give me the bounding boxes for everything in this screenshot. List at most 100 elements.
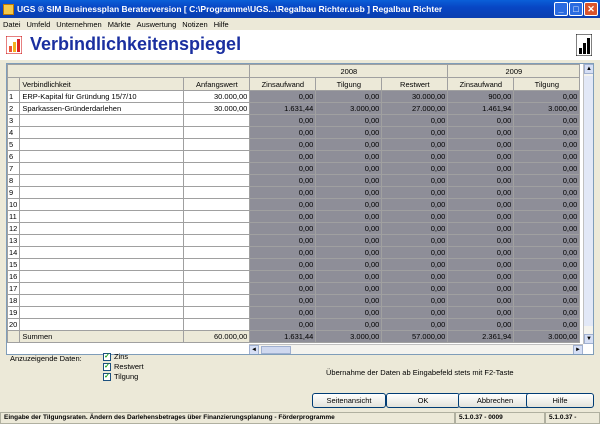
cell-repayment-2009[interactable]: 0,00 [513, 282, 581, 295]
cell-liability-name[interactable] [19, 138, 185, 151]
col-header-repayment-2008[interactable]: Tilgung [315, 77, 383, 91]
cell-liability-name[interactable] [19, 246, 185, 259]
cell-repayment-2009[interactable]: 0,00 [513, 294, 581, 307]
table-row[interactable]: 15 0,00 0,00 0,00 0,00 0,00 [7, 258, 581, 271]
cell-repayment-2008[interactable]: 0,00 [315, 114, 383, 127]
cell-liability-name[interactable] [19, 222, 185, 235]
scroll-up-arrow-icon[interactable]: ▲ [584, 64, 593, 74]
col-header-name[interactable]: Verbindlichkeit [19, 77, 185, 91]
minimize-button[interactable]: _ [554, 2, 568, 16]
table-row[interactable]: 16 0,00 0,00 0,00 0,00 0,00 [7, 270, 581, 283]
menu-datei[interactable]: Datei [3, 20, 21, 29]
cell-start-value[interactable] [183, 210, 251, 223]
cell-start-value[interactable] [183, 258, 251, 271]
cell-liability-name[interactable] [19, 126, 185, 139]
cell-liability-name[interactable] [19, 282, 185, 295]
cell-repayment-2008[interactable]: 0,00 [315, 234, 383, 247]
close-button[interactable]: ✕ [584, 2, 598, 16]
cell-start-value[interactable] [183, 222, 251, 235]
cell-liability-name[interactable] [19, 198, 185, 211]
vertical-scroll-track[interactable] [584, 76, 593, 326]
cell-repayment-2008[interactable]: 0,00 [315, 150, 383, 163]
vertical-scrollbar[interactable]: ▲ ▼ [583, 64, 593, 344]
cell-repayment-2008[interactable]: 0,00 [315, 90, 383, 103]
cell-repayment-2009[interactable]: 0,00 [513, 162, 581, 175]
page-view-button[interactable]: Seitenansicht [312, 393, 386, 408]
table-row[interactable]: 7 0,00 0,00 0,00 0,00 0,00 [7, 162, 581, 175]
cell-repayment-2009[interactable]: 0,00 [513, 234, 581, 247]
cell-start-value[interactable] [183, 138, 251, 151]
table-row[interactable]: 14 0,00 0,00 0,00 0,00 0,00 [7, 246, 581, 259]
cell-start-value[interactable] [183, 282, 251, 295]
cell-repayment-2008[interactable]: 3.000,00 [315, 102, 383, 115]
menu-auswertung[interactable]: Auswertung [137, 20, 177, 29]
cell-repayment-2009[interactable]: 0,00 [513, 150, 581, 163]
menu-notizen[interactable]: Notizen [182, 20, 207, 29]
table-row[interactable]: 12 0,00 0,00 0,00 0,00 0,00 [7, 222, 581, 235]
cell-repayment-2009[interactable]: 0,00 [513, 258, 581, 271]
checkbox-restwert[interactable]: ✓ Restwert [103, 362, 144, 371]
cell-repayment-2009[interactable]: 0,00 [513, 174, 581, 187]
cell-liability-name[interactable] [19, 306, 185, 319]
table-row[interactable]: 17 0,00 0,00 0,00 0,00 0,00 [7, 282, 581, 295]
cell-repayment-2009[interactable]: 0,00 [513, 198, 581, 211]
table-row[interactable]: 10 0,00 0,00 0,00 0,00 0,00 [7, 198, 581, 211]
cell-start-value[interactable] [183, 126, 251, 139]
cell-repayment-2008[interactable]: 0,00 [315, 246, 383, 259]
menu-unternehmen[interactable]: Unternehmen [56, 20, 101, 29]
cell-repayment-2009[interactable]: 0,00 [513, 90, 581, 103]
horizontal-scrollbar[interactable]: ◄ ► [249, 344, 583, 354]
cell-start-value[interactable] [183, 174, 251, 187]
table-row[interactable]: 8 0,00 0,00 0,00 0,00 0,00 [7, 174, 581, 187]
scroll-right-arrow-icon[interactable]: ► [573, 345, 583, 354]
cell-liability-name[interactable] [19, 186, 185, 199]
table-row[interactable]: 19 0,00 0,00 0,00 0,00 0,00 [7, 306, 581, 319]
cell-repayment-2009[interactable]: 3.000,00 [513, 102, 581, 115]
checkbox-box[interactable]: ✓ [103, 372, 111, 381]
cell-liability-name[interactable] [19, 174, 185, 187]
cell-start-value[interactable]: 30.000,00 [183, 90, 251, 103]
col-header-repayment-2009[interactable]: Tilgung [513, 77, 581, 91]
table-row[interactable]: 3 0,00 0,00 0,00 0,00 0,00 [7, 114, 581, 127]
cell-liability-name[interactable] [19, 210, 185, 223]
cell-repayment-2008[interactable]: 0,00 [315, 270, 383, 283]
cell-repayment-2009[interactable]: 0,00 [513, 126, 581, 139]
cell-repayment-2008[interactable]: 0,00 [315, 222, 383, 235]
cell-repayment-2008[interactable]: 0,00 [315, 318, 383, 331]
cell-repayment-2009[interactable]: 0,00 [513, 246, 581, 259]
checkbox-tilgung[interactable]: ✓ Tilgung [103, 372, 138, 381]
cell-liability-name[interactable] [19, 318, 185, 331]
cell-liability-name[interactable]: Sparkassen-Gründerdarlehen [19, 102, 185, 115]
cell-repayment-2009[interactable]: 0,00 [513, 186, 581, 199]
cancel-button[interactable]: Abbrechen [458, 393, 532, 408]
cell-repayment-2009[interactable]: 0,00 [513, 114, 581, 127]
scroll-down-arrow-icon[interactable]: ▼ [584, 334, 593, 344]
cell-repayment-2009[interactable]: 0,00 [513, 222, 581, 235]
cell-start-value[interactable] [183, 162, 251, 175]
checkbox-box[interactable]: ✓ [103, 352, 111, 361]
cell-repayment-2008[interactable]: 0,00 [315, 294, 383, 307]
help-button[interactable]: Hilfe [526, 393, 594, 408]
cell-repayment-2008[interactable]: 0,00 [315, 126, 383, 139]
cell-repayment-2008[interactable]: 0,00 [315, 210, 383, 223]
table-row[interactable]: 5 0,00 0,00 0,00 0,00 0,00 [7, 138, 581, 151]
cell-liability-name[interactable] [19, 150, 185, 163]
checkbox-box[interactable]: ✓ [103, 362, 111, 371]
cell-repayment-2008[interactable]: 0,00 [315, 306, 383, 319]
horizontal-scroll-thumb[interactable] [261, 346, 291, 354]
col-header-interest-2009[interactable]: Zinsaufwand [447, 77, 515, 91]
menu-maerkte[interactable]: Märkte [108, 20, 131, 29]
table-row[interactable]: 1 ERP-Kapital für Gründung 15/7/10 30.000,… [7, 90, 581, 103]
cell-repayment-2008[interactable]: 0,00 [315, 174, 383, 187]
table-row[interactable]: 6 0,00 0,00 0,00 0,00 0,00 [7, 150, 581, 163]
table-row[interactable]: 9 0,00 0,00 0,00 0,00 0,00 [7, 186, 581, 199]
cell-start-value[interactable]: 30.000,00 [183, 102, 251, 115]
cell-start-value[interactable] [183, 270, 251, 283]
table-row[interactable]: 4 0,00 0,00 0,00 0,00 0,00 [7, 126, 581, 139]
cell-start-value[interactable] [183, 234, 251, 247]
col-header-interest-2008[interactable]: Zinsaufwand [249, 77, 317, 91]
cell-liability-name[interactable] [19, 258, 185, 271]
cell-repayment-2009[interactable]: 0,00 [513, 210, 581, 223]
table-row[interactable]: 13 0,00 0,00 0,00 0,00 0,00 [7, 234, 581, 247]
cell-repayment-2008[interactable]: 0,00 [315, 258, 383, 271]
